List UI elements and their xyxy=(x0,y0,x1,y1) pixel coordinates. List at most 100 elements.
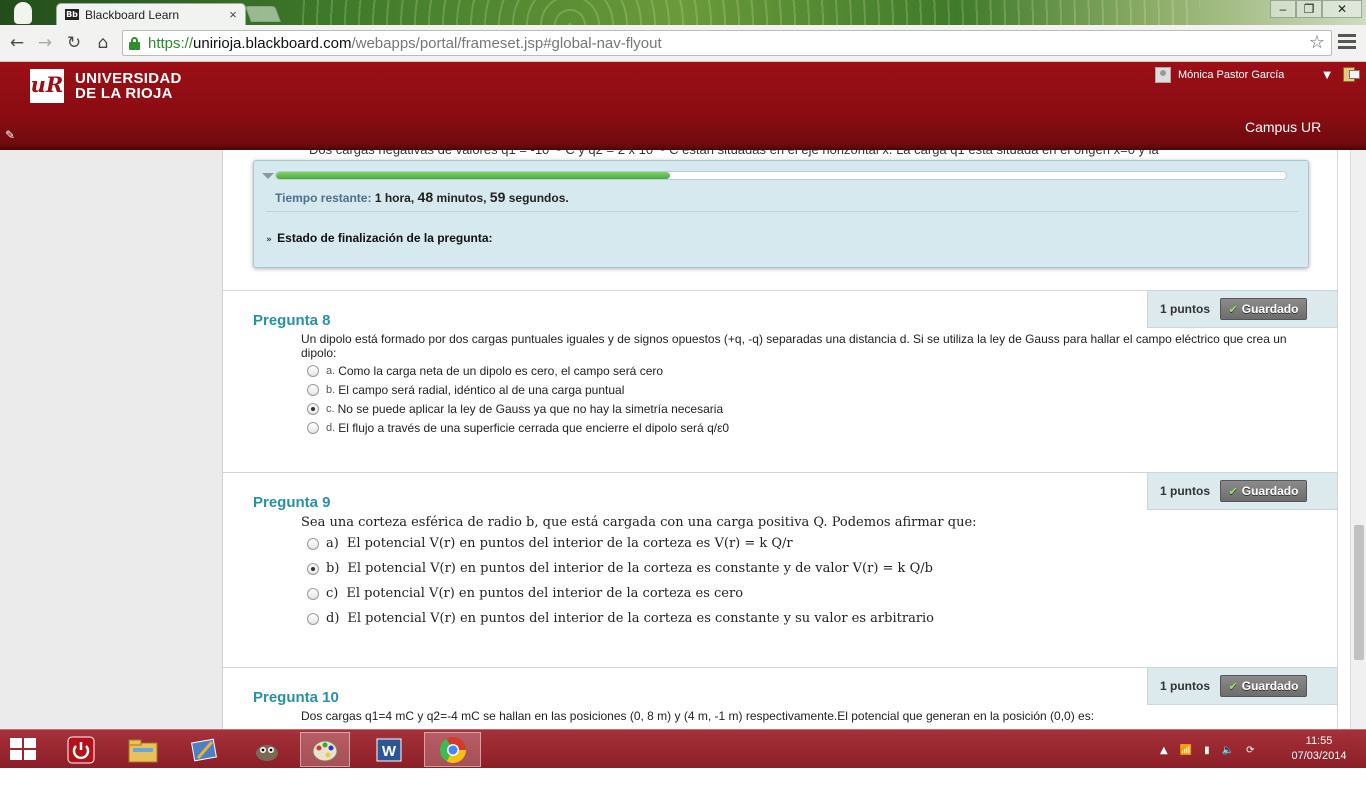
question-9-points-box: 1 puntos ✔ Guardado xyxy=(1147,472,1337,510)
timer-panel: Tiempo restante: 1 hora, 48 minutos, 59 … xyxy=(253,160,1309,268)
user-menu[interactable]: Mónica Pastor García ▼ xyxy=(1155,65,1331,85)
hours-value: 1 xyxy=(374,191,382,205)
page-scrollbar[interactable] xyxy=(1350,150,1366,730)
browser-menu-icon[interactable] xyxy=(1338,34,1356,52)
time-progress-fill xyxy=(276,172,670,179)
chevron-down-icon: ▼ xyxy=(1323,69,1331,81)
question-8-points-box: 1 puntos ✔ Guardado xyxy=(1147,290,1337,328)
seconds-unit: segundos. xyxy=(508,191,569,205)
university-name: UNIVERSIDAD DE LA RIOJA xyxy=(75,71,182,101)
chrome-icon[interactable] xyxy=(424,732,481,767)
question-9-title: Pregunta 9 xyxy=(253,494,331,511)
check-icon: ✔ xyxy=(1228,302,1238,316)
avatar-icon xyxy=(1155,67,1171,83)
radio-button[interactable] xyxy=(307,384,319,396)
question-9-option-a[interactable]: a) El potencial V(r) en puntos del interi… xyxy=(307,536,793,551)
volume-icon[interactable]: 🔈 xyxy=(1222,745,1234,756)
radio-button[interactable] xyxy=(307,365,319,377)
clock-date: 07/03/2014 xyxy=(1291,750,1347,762)
question-9-option-c[interactable]: c) El potencial V(r) en puntos del interi… xyxy=(307,586,743,601)
paint-icon[interactable] xyxy=(300,732,350,767)
hours-unit: hora, xyxy=(384,191,415,205)
taskbar-clock[interactable]: 11:55 07/03/2014 xyxy=(1284,734,1354,764)
theme-pattern xyxy=(300,0,1200,25)
browser-tabstrip: Bb Blackboard Learn × – ❐ ✕ xyxy=(0,0,1366,25)
show-hidden-icons-icon[interactable]: ▲ xyxy=(1160,745,1168,756)
site-header: uR UNIVERSIDAD DE LA RIOJA ✎ Mónica Past… xyxy=(0,62,1366,150)
university-logo-icon[interactable]: uR xyxy=(30,69,64,103)
saved-button[interactable]: ✔ Guardado xyxy=(1220,298,1307,320)
question-8-option-b[interactable]: b. El campo será radial, idéntico al de u… xyxy=(307,383,624,397)
question-9-option-d[interactable]: d) El potencial V(r) en puntos del interi… xyxy=(307,611,934,626)
sync-icon[interactable]: ⟳ xyxy=(1246,745,1254,756)
points-label: 1 puntos xyxy=(1160,679,1210,693)
edit-mode-icon[interactable]: ✎ xyxy=(5,128,15,142)
reload-icon[interactable]: ↻ xyxy=(63,32,85,54)
logo-line-2: DE LA RIOJA xyxy=(75,85,173,102)
minimize-button[interactable]: – xyxy=(1270,0,1296,18)
exam-content: Dos cargas negativas de valores q1 = -10… xyxy=(223,150,1338,730)
radio-button[interactable] xyxy=(307,537,319,550)
question-8-title: Pregunta 8 xyxy=(253,312,331,329)
collapse-icon[interactable] xyxy=(262,173,274,179)
power-app-icon[interactable] xyxy=(56,732,106,767)
windows-taskbar: W ▲ 📶 ▮ 🔈 ⟳ 11:55 07/03/2014 xyxy=(0,729,1366,768)
question-10-title: Pregunta 10 xyxy=(253,689,339,706)
profile-icon[interactable] xyxy=(14,2,32,24)
minutes-unit: minutos, xyxy=(436,191,487,205)
radio-button-selected[interactable] xyxy=(307,403,319,415)
browser-toolbar: ← → ↻ ⌂ https://unirioja.blackboard.com/… xyxy=(0,25,1366,62)
question-8-option-c[interactable]: c. No se puede aplicar la ley de Gauss ya… xyxy=(307,402,723,416)
svg-text:W: W xyxy=(382,743,397,760)
blackboard-favicon-icon: Bb xyxy=(65,9,79,20)
clock-time: 11:55 xyxy=(1305,735,1333,747)
bookmark-star-icon[interactable]: ☆ xyxy=(1309,32,1325,53)
question-9-text: Sea una corteza esférica de radio b, que… xyxy=(301,515,977,530)
double-chevron-down-icon: » xyxy=(266,235,272,245)
time-remaining-label: Tiempo restante: xyxy=(275,191,372,205)
media-app-icon[interactable] xyxy=(180,732,230,767)
network-signal-icon[interactable]: 📶 xyxy=(1180,745,1192,756)
new-tab-button[interactable] xyxy=(245,6,281,22)
lock-icon xyxy=(129,36,140,50)
browser-tab[interactable]: Bb Blackboard Learn × xyxy=(56,3,246,25)
previous-question-text: Dos cargas negativas de valores q1 = -10… xyxy=(309,150,1159,158)
left-pane xyxy=(0,150,223,730)
time-remaining: Tiempo restante: 1 hora, 48 minutos, 59 … xyxy=(275,189,569,205)
maximize-button[interactable]: ❐ xyxy=(1296,0,1322,18)
question-status-label: Estado de finalización de la pregunta: xyxy=(277,231,493,245)
address-bar[interactable]: https://unirioja.blackboard.com/webapps/… xyxy=(122,30,1332,56)
system-tray: ▲ 📶 ▮ 🔈 ⟳ xyxy=(1160,742,1255,758)
radio-button[interactable] xyxy=(307,587,319,600)
home-icon[interactable]: ⌂ xyxy=(92,32,114,54)
minutes-value: 48 xyxy=(417,189,434,205)
question-10-text: Dos cargas q1=4 mC y q2=-4 mC se hallan … xyxy=(301,709,1095,723)
battery-icon[interactable]: ▮ xyxy=(1204,745,1210,756)
scrollbar-thumb[interactable] xyxy=(1354,525,1364,660)
tab-close-icon[interactable]: × xyxy=(225,7,241,22)
word-icon[interactable]: W xyxy=(364,732,414,767)
radio-button-selected[interactable] xyxy=(307,562,319,575)
close-window-button[interactable]: ✕ xyxy=(1322,0,1362,18)
question-9-option-b[interactable]: b) El potencial V(r) en puntos del interi… xyxy=(307,561,933,576)
gimp-icon[interactable] xyxy=(242,732,292,767)
saved-button[interactable]: ✔ Guardado xyxy=(1220,675,1307,697)
campus-link[interactable]: Campus UR xyxy=(1245,119,1321,135)
question-8-option-d[interactable]: d. El flujo a través de una superficie ce… xyxy=(307,421,729,435)
question-8-option-a[interactable]: a. Como la carga neta de un dipolo es cer… xyxy=(307,364,663,378)
saved-button[interactable]: ✔ Guardado xyxy=(1220,480,1307,502)
check-icon: ✔ xyxy=(1228,484,1238,498)
question-8-text: Un dipolo está formado por dos cargas pu… xyxy=(301,332,1287,360)
back-icon[interactable]: ← xyxy=(6,32,28,54)
radio-button[interactable] xyxy=(307,422,319,434)
windows-start-icon[interactable] xyxy=(10,738,38,762)
question-status-toggle[interactable]: » Estado de finalización de la pregunta: xyxy=(266,231,493,245)
logout-icon[interactable] xyxy=(1340,66,1360,82)
time-progress-bar xyxy=(275,171,1287,180)
forward-icon[interactable]: → xyxy=(34,32,56,54)
url-text: https://unirioja.blackboard.com/webapps/… xyxy=(148,34,662,52)
logo-line-1: UNIVERSIDAD xyxy=(75,70,182,87)
file-explorer-icon[interactable] xyxy=(118,732,168,767)
radio-button[interactable] xyxy=(307,612,319,625)
points-label: 1 puntos xyxy=(1160,484,1210,498)
